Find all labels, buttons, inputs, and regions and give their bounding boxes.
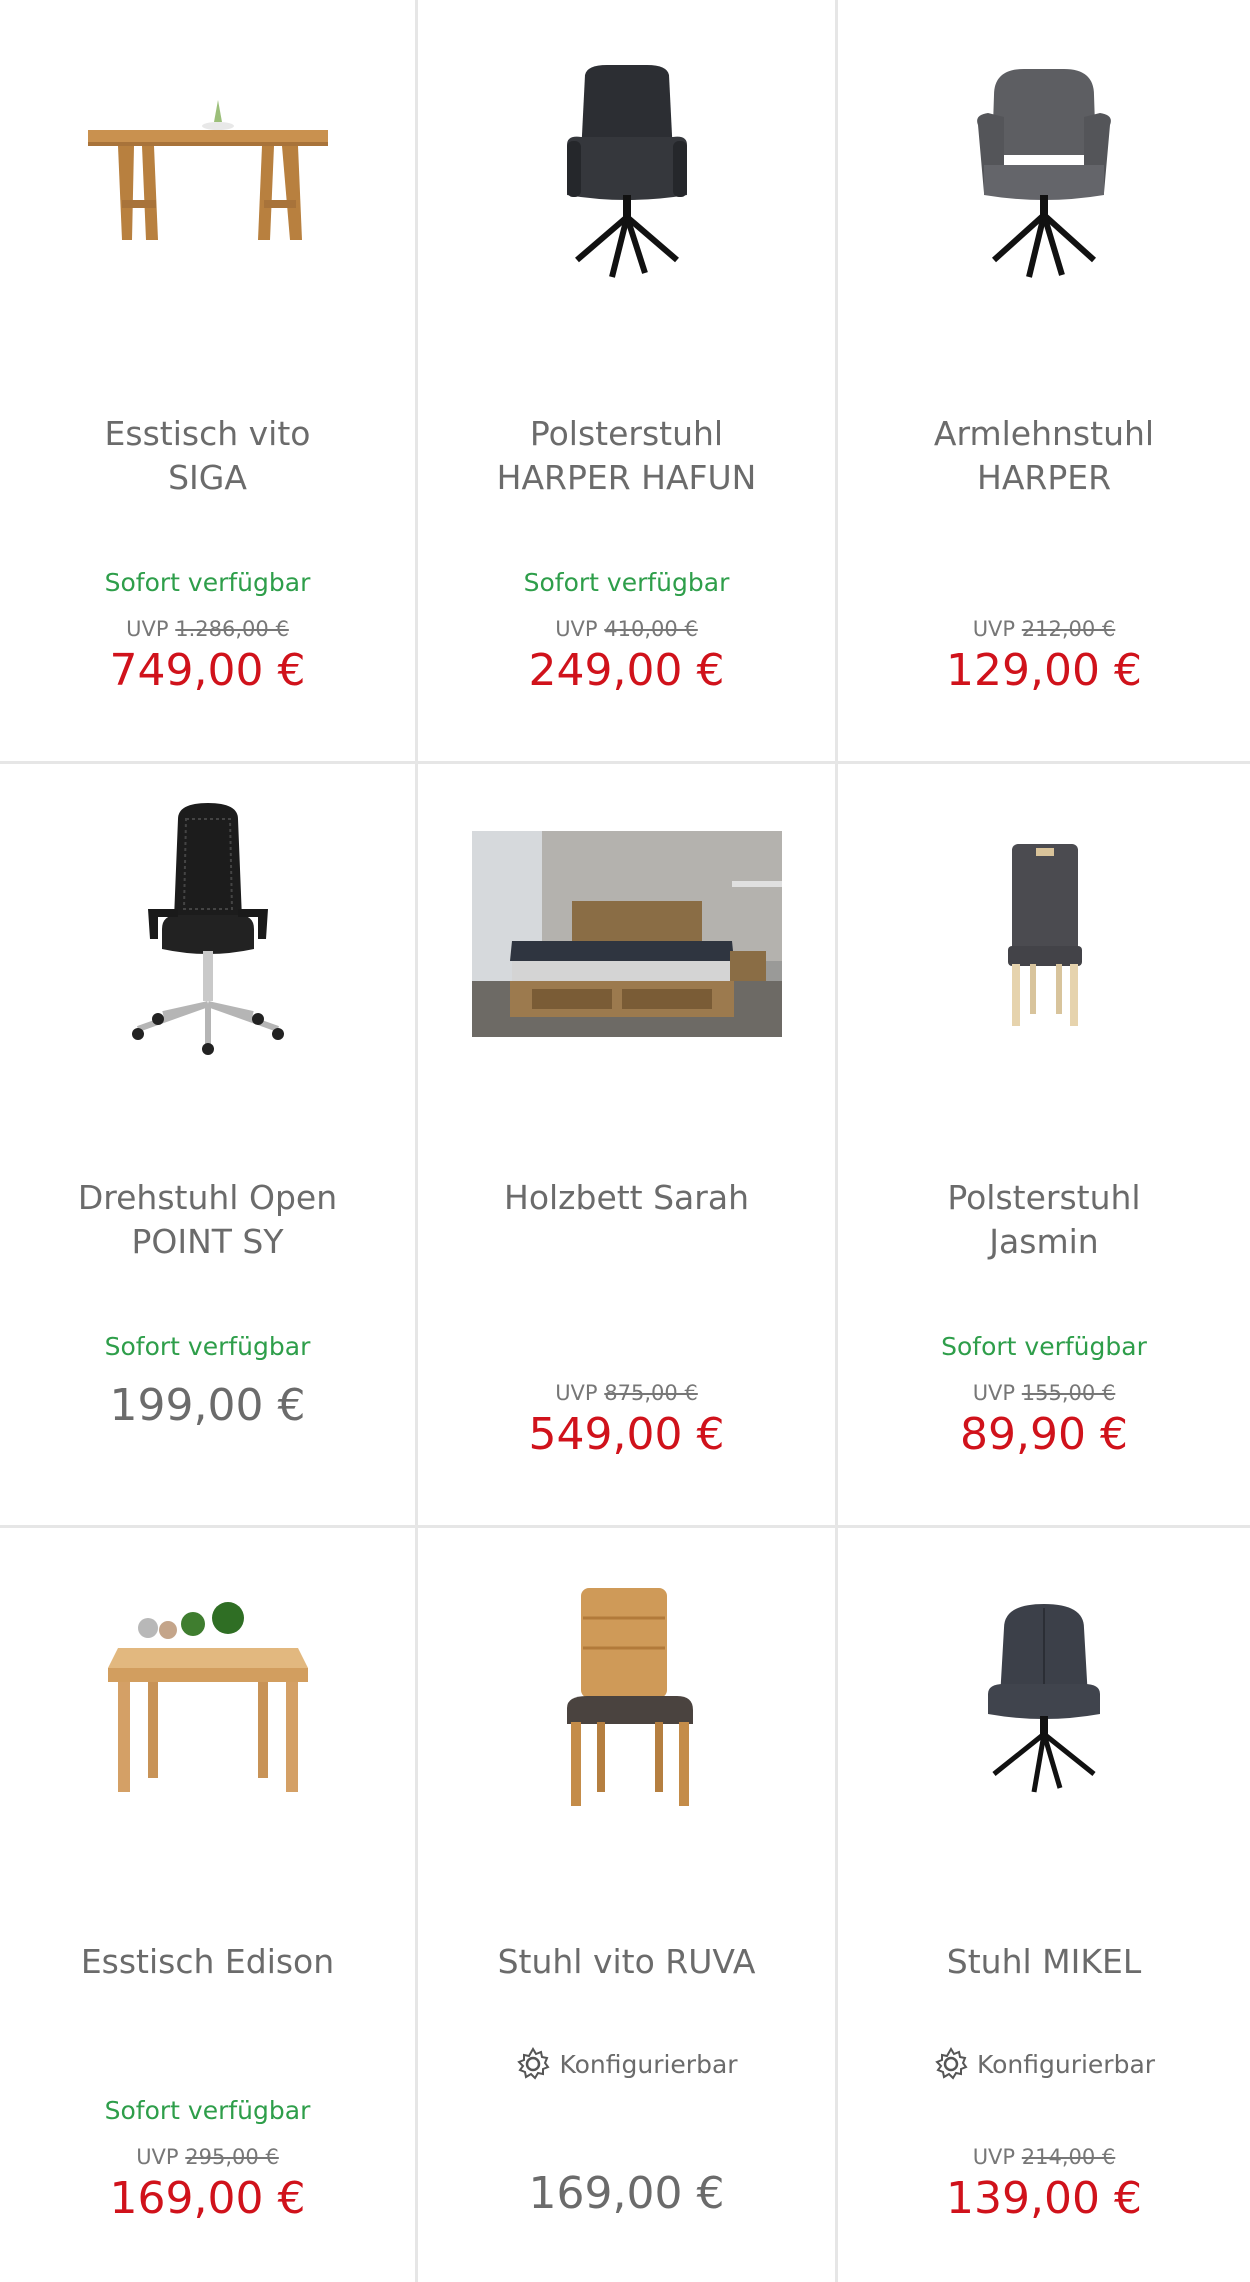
uvp-price: UVP 155,00 € [972,1381,1116,1405]
configurable-badge[interactable]: Konfigurierbar [418,2046,835,2082]
product-card-holzbett-sarah[interactable]: Holzbett Sarah UVP 875,00 € 549,00 € [418,764,838,1528]
availability-status: Sofort verfügbar [941,1332,1147,1361]
availability-status: Sofort verfügbar [104,1332,311,1361]
armchair-image [977,69,1111,278]
product-title[interactable]: Stuhl MIKEL [848,1940,1240,1984]
upholstered-chair-image [566,65,687,278]
configurable-label: Konfigurierbar [559,2049,738,2079]
product-card-stuhl-vito-ruva[interactable]: Stuhl vito RUVA Konfigurierbar 169,00 € [418,1528,838,2282]
product-title[interactable]: Drehstuhl Open POINT SY [10,1176,405,1264]
product-card-esstisch-edison[interactable]: Esstisch Edison Sofort verfügbar UVP 295… [0,1528,418,2282]
uvp-price: UVP 1.286,00 € [126,617,289,641]
uvp-price: UVP 212,00 € [972,617,1116,641]
sale-price: 89,90 € [960,1409,1128,1460]
sale-price: 139,00 € [946,2173,1142,2224]
uvp-price: UVP 214,00 € [972,2145,1116,2169]
product-title[interactable]: Stuhl vito RUVA [428,1940,825,1984]
uvp-price: UVP 295,00 € [136,2145,279,2169]
dining-table-image [87,100,328,240]
product-card-stuhl-mikel[interactable]: Stuhl MIKEL Konfigurierbar UVP 214,00 € … [838,1528,1250,2282]
availability-status: Sofort verfügbar [104,2096,311,2125]
sale-price: 749,00 € [109,645,306,696]
product-image[interactable] [418,1568,835,1828]
product-card-armlehnstuhl-harper[interactable]: Armlehnstuhl HARPER UVP 212,00 € 129,00 … [838,0,1250,764]
wooden-chair-image [566,1588,693,1806]
wooden-bed-image [471,831,782,1037]
product-title[interactable]: Armlehnstuhl HARPER [848,412,1240,500]
product-card-drehstuhl-open-point-sy[interactable]: Drehstuhl Open POINT SY Sofort verfügbar… [0,764,418,1528]
product-image[interactable] [418,40,835,300]
product-image[interactable] [418,804,835,1064]
sale-price: 129,00 € [946,645,1142,696]
uvp-price: UVP 410,00 € [555,617,698,641]
product-image[interactable] [0,40,415,300]
product-title[interactable]: Polsterstuhl Jasmin [848,1176,1240,1264]
swivel-chair-image [988,1604,1100,1793]
product-card-esstisch-vito-siga[interactable]: Esstisch vito SIGA Sofort verfügbar UVP … [0,0,418,764]
product-card-polsterstuhl-jasmin[interactable]: Polsterstuhl Jasmin Sofort verfügbar UVP… [838,764,1250,1528]
square-table-image [107,1602,308,1792]
office-chair-image [131,803,284,1055]
configurable-badge[interactable]: Konfigurierbar [838,2046,1250,2082]
sale-price: 169,00 € [109,2173,306,2224]
product-image[interactable] [838,804,1250,1064]
sale-price: 249,00 € [528,645,725,696]
gear-icon [517,2047,551,2080]
product-image[interactable] [838,1568,1250,1828]
product-title[interactable]: Esstisch Edison [10,1940,405,1984]
product-title[interactable]: Esstisch vito SIGA [10,412,405,500]
product-image[interactable] [0,803,415,1064]
regular-price: 199,00 € [109,1380,306,1431]
availability-status: Sofort verfügbar [523,568,730,597]
gear-icon [935,2047,968,2080]
product-title[interactable]: Polsterstuhl HARPER HAFUN [428,412,825,500]
dining-chair-image [1008,844,1082,1026]
availability-status: Sofort verfügbar [104,568,311,597]
product-card-polsterstuhl-harper-hafun[interactable]: Polsterstuhl HARPER HAFUN Sofort verfügb… [418,0,838,764]
product-grid: Esstisch vito SIGA Sofort verfügbar UVP … [0,0,1250,2282]
regular-price: 169,00 € [528,2168,725,2219]
product-title[interactable]: Holzbett Sarah [428,1176,825,1220]
sale-price: 549,00 € [528,1409,725,1460]
product-image[interactable] [0,1568,415,1828]
configurable-label: Konfigurierbar [976,2049,1156,2079]
product-image[interactable] [838,40,1250,300]
uvp-price: UVP 875,00 € [555,1381,698,1405]
